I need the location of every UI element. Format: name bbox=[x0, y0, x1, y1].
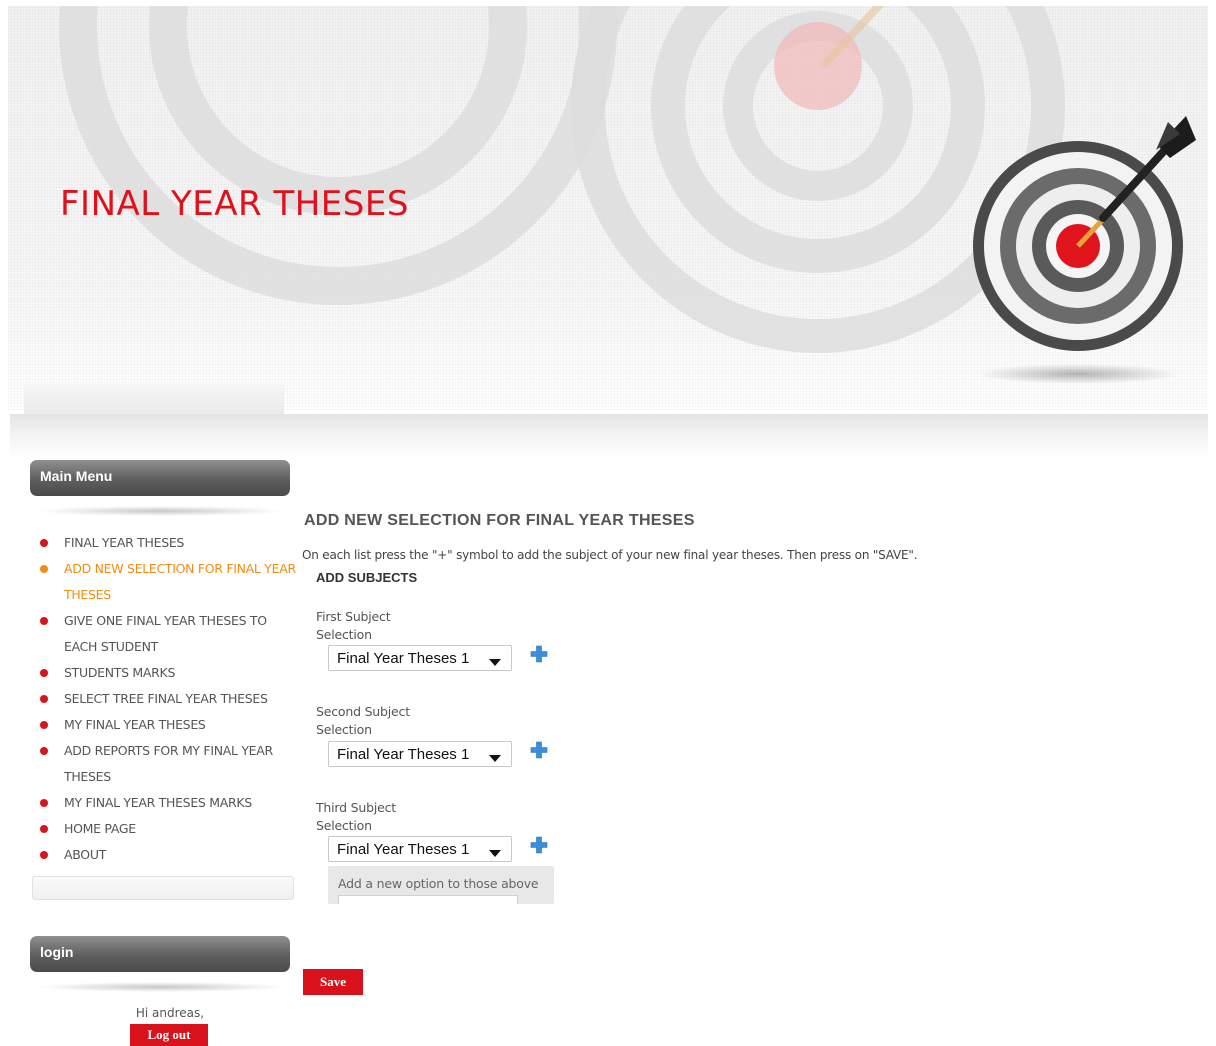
third-subject-label: Third Subject Selection bbox=[316, 799, 436, 835]
menu-item[interactable]: STUDENTS MARKS bbox=[40, 660, 302, 686]
nav-tab-bar bbox=[24, 384, 284, 414]
second-subject-select[interactable]: Final Year Theses 1 bbox=[328, 741, 512, 767]
menu-item[interactable]: MY FINAL YEAR THESES MARKS bbox=[40, 790, 302, 816]
add-third-subject-plus-icon[interactable] bbox=[530, 836, 548, 854]
select-value: Final Year Theses 1 bbox=[337, 841, 470, 858]
menu-item-label: GIVE ONE FINAL YEAR THESES TO EACH STUDE… bbox=[64, 613, 267, 654]
main-menu-title: Main Menu bbox=[30, 460, 290, 496]
menu-item[interactable]: GIVE ONE FINAL YEAR THESES TO EACH STUDE… bbox=[40, 608, 302, 660]
first-subject-select[interactable]: Final Year Theses 1 bbox=[328, 645, 512, 671]
menu-item[interactable]: ADD REPORTS FOR MY FINAL YEAR THESES bbox=[40, 738, 302, 790]
menu-item-label: STUDENTS MARKS bbox=[64, 665, 176, 680]
second-subject-label: Second Subject Selection bbox=[316, 703, 436, 739]
label-line: Third Subject bbox=[316, 800, 396, 815]
add-first-subject-plus-icon[interactable] bbox=[530, 645, 548, 663]
select-value: Final Year Theses 1 bbox=[337, 746, 470, 763]
add-option-input[interactable] bbox=[338, 895, 518, 904]
bullet-icon bbox=[40, 747, 48, 755]
sidebar-search-box[interactable] bbox=[32, 876, 294, 900]
dropdown-arrow-icon bbox=[489, 850, 501, 857]
add-second-subject-plus-icon[interactable] bbox=[530, 741, 548, 759]
bullet-icon bbox=[40, 825, 48, 833]
instructions-text: On each list press the "+" symbol to add… bbox=[302, 548, 918, 562]
login-title: login bbox=[30, 936, 290, 972]
bullet-icon bbox=[40, 695, 48, 703]
dropdown-arrow-icon bbox=[489, 659, 501, 666]
add-option-label: Add a new option to those above bbox=[338, 876, 539, 891]
menu-item-label: MY FINAL YEAR THESES bbox=[64, 717, 206, 732]
save-button[interactable]: Save bbox=[303, 969, 363, 995]
menu-item-label: SELECT TREE FINAL YEAR THESES bbox=[64, 691, 268, 706]
add-subjects-label: ADD SUBJECTS bbox=[316, 570, 418, 585]
menu-item-label: ADD REPORTS FOR MY FINAL YEAR THESES bbox=[64, 743, 273, 784]
dropdown-arrow-icon bbox=[489, 755, 501, 762]
menu-item-label: ADD NEW SELECTION FOR FINAL YEAR THESES bbox=[64, 561, 296, 602]
first-subject-label: First Subject Selection bbox=[316, 608, 436, 644]
bullet-icon bbox=[40, 721, 48, 729]
menu-item-label: HOME PAGE bbox=[64, 821, 136, 836]
header-strip bbox=[10, 414, 1208, 460]
block-shadow bbox=[36, 506, 286, 516]
menu-item-label: MY FINAL YEAR THESES MARKS bbox=[64, 795, 252, 810]
bullet-icon bbox=[40, 799, 48, 807]
bullet-icon bbox=[40, 565, 48, 573]
menu-item-label: ABOUT bbox=[64, 847, 107, 862]
label-line: Second Subject bbox=[316, 704, 410, 719]
page-title: ADD NEW SELECTION FOR FINAL YEAR THESES bbox=[304, 512, 695, 529]
bullet-icon bbox=[40, 851, 48, 859]
label-line: Selection bbox=[316, 627, 372, 642]
bullet-icon bbox=[40, 539, 48, 547]
menu-item-active[interactable]: ADD NEW SELECTION FOR FINAL YEAR THESES bbox=[40, 556, 302, 608]
menu-item[interactable]: MY FINAL YEAR THESES bbox=[40, 712, 302, 738]
label-line: First Subject bbox=[316, 609, 391, 624]
block-shadow bbox=[36, 982, 286, 992]
menu-item[interactable]: HOME PAGE bbox=[40, 816, 302, 842]
label-line: Selection bbox=[316, 722, 372, 737]
bullet-icon bbox=[40, 617, 48, 625]
header-banner: FINAL YEAR THESES bbox=[8, 6, 1208, 410]
menu-item[interactable]: SELECT TREE FINAL YEAR THESES bbox=[40, 686, 302, 712]
menu-item[interactable]: FINAL YEAR THESES bbox=[40, 530, 302, 556]
logout-button[interactable]: Log out bbox=[130, 1024, 208, 1046]
user-greeting: Hi andreas, bbox=[135, 1006, 205, 1020]
menu-item[interactable]: ABOUT bbox=[40, 842, 302, 868]
dartboard-target-icon bbox=[973, 116, 1196, 384]
bullet-icon bbox=[40, 669, 48, 677]
menu-item-label: FINAL YEAR THESES bbox=[64, 535, 185, 550]
label-line: Selection bbox=[316, 818, 372, 833]
third-subject-select[interactable]: Final Year Theses 1 bbox=[328, 836, 512, 862]
select-value: Final Year Theses 1 bbox=[337, 650, 470, 667]
site-title[interactable]: FINAL YEAR THESES bbox=[60, 184, 409, 224]
main-menu: FINAL YEAR THESES ADD NEW SELECTION FOR … bbox=[40, 530, 302, 868]
